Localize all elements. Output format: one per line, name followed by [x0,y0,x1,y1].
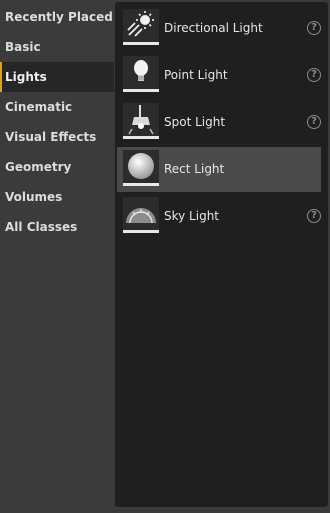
category-visual-effects[interactable]: Visual Effects [0,122,114,152]
sky-light-icon [123,197,159,233]
item-label: Spot Light [164,115,226,129]
list-item-point-light[interactable]: Point Light ? [117,53,321,98]
item-label: Sky Light [164,209,220,223]
item-label: Rect Light [164,162,225,176]
category-all-classes[interactable]: All Classes [0,212,114,242]
category-cinematic[interactable]: Cinematic [0,92,114,122]
point-light-icon [123,56,159,92]
item-label: Point Light [164,68,228,82]
actor-list-panel: Directional Light ? Point Light ? Spot L… [115,2,328,507]
rect-light-icon [123,150,159,186]
directional-light-icon [123,9,159,45]
list-item-spot-light[interactable]: Spot Light ? [117,100,321,145]
category-volumes[interactable]: Volumes [0,182,114,212]
help-icon[interactable]: ? [307,115,321,129]
list-item-directional-light[interactable]: Directional Light ? [117,6,321,51]
list-item-sky-light[interactable]: Sky Light ? [117,194,321,239]
category-recently-placed[interactable]: Recently Placed [0,2,114,32]
help-icon[interactable]: ? [307,21,321,35]
list-item-rect-light[interactable]: Rect Light [117,147,321,192]
category-basic[interactable]: Basic [0,32,114,62]
category-geometry[interactable]: Geometry [0,152,114,182]
help-icon[interactable]: ? [307,68,321,82]
help-icon[interactable]: ? [307,209,321,223]
category-lights[interactable]: Lights [0,62,114,92]
item-label: Directional Light [164,21,263,35]
category-sidebar: Recently Placed Basic Lights Cinematic V… [0,0,114,513]
spot-light-icon [123,103,159,139]
